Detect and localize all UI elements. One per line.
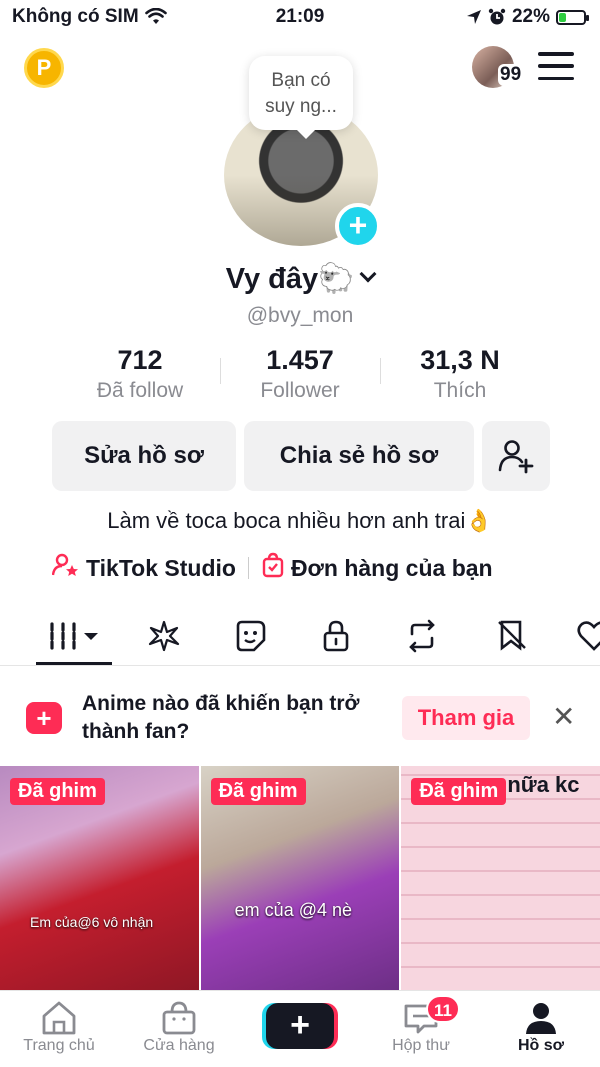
likes-count: 31,3 N [420,345,500,375]
video-thumbnail[interactable]: Đã ghim em của @4 nè [200,766,400,990]
pinned-badge: Đã ghim [411,778,507,805]
tab-liked[interactable] [576,618,600,654]
video-thumbnail[interactable]: Đã ghim Em của@6 vô nhận [0,766,199,990]
following-count: 712 [117,345,163,375]
tab-stickers[interactable] [232,618,268,654]
add-friend-icon [498,440,534,474]
home-icon [42,1001,76,1035]
tiktok-studio-link[interactable]: TikTok Studio [86,555,236,582]
join-button[interactable]: Tham gia [402,696,530,740]
note-line-1: Bạn có [271,70,331,91]
video-caption: nữa kc [507,772,580,797]
followers-count: 1.457 [266,345,334,375]
battery-percent: 22% [511,6,550,27]
menu-icon[interactable] [538,52,574,80]
tab-videos[interactable] [46,618,102,654]
profile-stats: 712 Đã follow 1.457 Follower 31,3 N Thíc… [60,344,540,406]
notification-count: 99 [498,64,524,86]
nav-profile-label: Hồ sơ [517,1037,565,1054]
share-profile-button[interactable]: Chia sẻ hồ sơ [244,421,474,491]
shopping-bag-icon [261,552,285,584]
nav-inbox-label: Hộp thư [392,1037,450,1054]
shop-bag-icon [162,1001,196,1035]
nav-profile[interactable]: Hồ sơ [486,999,596,1055]
close-icon[interactable]: ✕ [552,700,575,733]
note-line-2: suy ng... [265,96,337,117]
status-bar: Không có SIM 21:09 22% [0,0,600,34]
grid-icon [50,622,98,650]
divider [247,557,249,579]
battery-icon [556,9,589,25]
challenge-banner[interactable]: + Anime nào đã khiến bạn trở thành fan? … [0,668,600,764]
profile-tabs [0,612,600,666]
video-thumbnail[interactable]: nữa kc Đã ghim [401,766,600,990]
chevron-down-icon [359,265,377,283]
heart-icon [577,621,600,651]
lock-icon [323,620,349,652]
sparkle-icon [148,620,180,652]
sticker-icon [236,620,266,652]
inbox-count-badge: 11 [426,995,460,1023]
following-label: Đã follow [96,379,184,402]
profile-handle: @bvy_mon [246,304,354,327]
video-caption: Em của@6 vô nhận [30,914,154,930]
bottom-nav: Trang chủ Cửa hàng + Hộp thư 11 Hồ sơ [0,990,600,1067]
plus-square-icon: + [26,702,62,734]
banner-text: Anime nào đã khiến bạn trở thành fan? [82,692,360,743]
profile-name[interactable]: Vy đây🐑 [0,262,600,296]
add-friend-button[interactable] [482,421,550,491]
create-button[interactable]: + [266,1003,334,1049]
note-bubble[interactable]: Bạn có suy ng... [249,56,353,139]
add-story-button[interactable]: + [335,203,381,249]
nav-shop[interactable]: Cửa hàng [124,999,234,1055]
creator-star-icon [51,553,80,583]
likes-label: Thích [433,379,487,402]
profile-icon [526,1003,556,1034]
repost-icon [409,619,435,653]
nav-home-label: Trang chủ [23,1037,95,1054]
tab-favorites[interactable] [494,618,530,654]
location-icon [466,10,481,24]
pinned-badge: Đã ghim [10,778,105,805]
alarm-icon [488,8,506,25]
orders-link[interactable]: Đơn hàng của bạn [291,555,493,582]
video-grid: Đã ghim Em của@6 vô nhận Đã ghim em của … [0,766,600,990]
tab-spark[interactable] [146,618,182,654]
edit-profile-button[interactable]: Sửa hồ sơ [52,421,236,491]
nav-inbox[interactable]: Hộp thư 11 [366,995,476,1055]
nav-home[interactable]: Trang chủ [4,999,114,1055]
profile-links: TikTok Studio Đơn hàng của bạn [51,552,493,584]
nav-shop-label: Cửa hàng [143,1037,215,1054]
followers-stat[interactable]: 1.457 Follower [220,344,380,406]
likes-stat[interactable]: 31,3 N Thích [380,344,540,406]
tab-reposts[interactable] [404,618,440,654]
profile-bio: Làm về toca boca nhiều hơn anh trai👌 [107,508,493,533]
hidden-bookmark-icon [498,620,526,651]
coin-icon[interactable]: P [24,48,64,88]
followers-label: Follower [260,379,340,402]
tab-private[interactable] [318,618,354,654]
pinned-badge: Đã ghim [210,778,306,805]
following-stat[interactable]: 712 Đã follow [60,344,220,406]
video-caption: em của @4 nè [234,900,353,920]
active-tab-indicator [36,662,112,665]
